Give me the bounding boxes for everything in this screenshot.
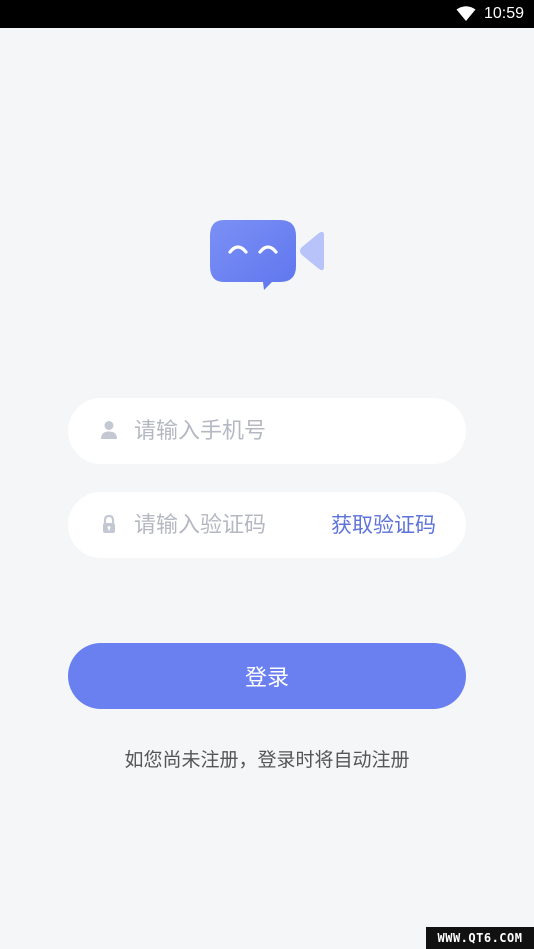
wifi-icon	[456, 6, 476, 21]
status-right: 10:59	[456, 0, 524, 28]
user-icon	[100, 420, 118, 440]
phone-input[interactable]	[134, 398, 434, 464]
code-input[interactable]	[134, 492, 314, 558]
auto-register-hint: 如您尚未注册，登录时将自动注册	[124, 749, 410, 771]
login-button[interactable]: 登录	[68, 643, 466, 709]
video-chat-logo-icon	[210, 220, 324, 290]
status-bar: 10:59	[0, 0, 534, 28]
app-logo	[208, 218, 328, 294]
code-field[interactable]: 获取验证码	[68, 492, 466, 558]
lock-icon	[100, 514, 118, 534]
phone-field[interactable]	[68, 398, 466, 464]
get-code-button[interactable]: 获取验证码	[331, 492, 436, 558]
watermark-logo: WWW.QT6.COM	[426, 927, 534, 949]
status-time: 10:59	[483, 5, 524, 22]
